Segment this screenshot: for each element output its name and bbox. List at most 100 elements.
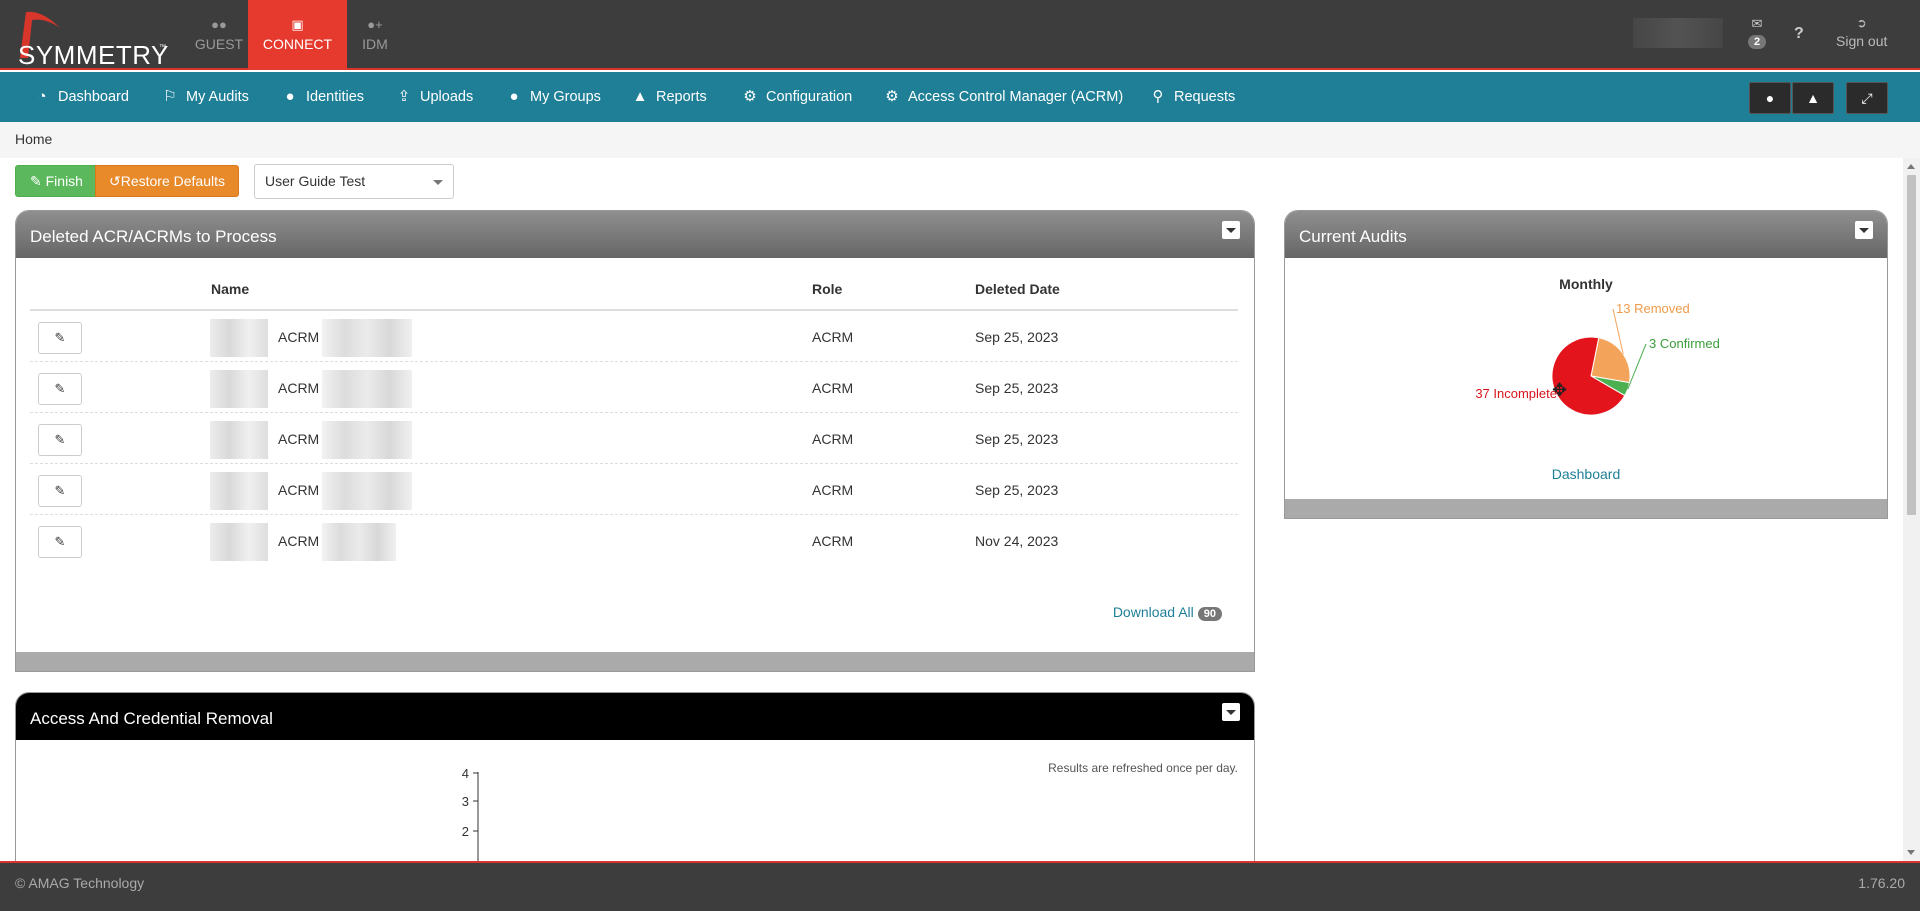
nav-acrm[interactable]: ⚙ Access Control Manager (ACRM) [882,72,1123,122]
cell-date: Sep 25, 2023 [975,329,1059,345]
breadcrumb-home[interactable]: Home [15,131,52,147]
nav-uploads-label: Uploads [420,89,474,105]
current-audits-header[interactable]: Current Audits [1285,211,1887,258]
scroll-down-icon[interactable] [1907,850,1915,855]
module-idm[interactable]: ●+ IDM [347,0,403,70]
globe-button[interactable]: ● [1749,82,1791,114]
panel-footer [1285,499,1887,518]
gear-icon: ⚙ [885,88,899,105]
cell-role: ACRM [812,380,854,396]
edit-button[interactable]: ✎ [38,475,82,507]
edit-icon: ✎ [54,432,66,447]
deleted-acrs-header: Deleted ACR/ACRMs to Process [16,211,1254,258]
lock-button[interactable]: ▲ [1792,82,1834,114]
col-role[interactable]: Role [812,281,842,297]
nav-my-groups[interactable]: ● My Groups [504,72,600,122]
cell-date: Sep 25, 2023 [975,380,1059,396]
area-chart-icon: ▲ [632,88,648,105]
cell-name: ACRM [278,431,320,447]
cell-name: ACRM [278,329,320,345]
version: 1.76.20 [1858,875,1905,891]
table-row: ✎ ACRM ACRM Sep 25, 2023 [30,362,1238,413]
download-all-link[interactable]: Download All 90 [1113,604,1222,621]
col-name[interactable]: Name [211,281,249,297]
nav-requests[interactable]: ⚲ Requests [1148,72,1236,122]
edit-icon: ✎ [54,381,66,396]
users-icon: ● [509,88,519,105]
redacted-name-part [322,370,412,408]
card-icon: ▣ [291,17,304,32]
edit-button[interactable]: ✎ [38,373,82,405]
key-icon: ⚲ [1152,88,1164,105]
table-row: ✎ ACRM ACRM Sep 25, 2023 [30,311,1238,362]
sign-out-icon: ➲ [1856,16,1867,30]
cell-role: ACRM [812,329,854,345]
page-footer: © AMAG Technology 1.76.20 [0,861,1920,911]
edit-button[interactable]: ✎ [38,526,82,558]
redacted-name-part [322,319,412,357]
module-idm-label: IDM [362,36,388,52]
pencil-icon: ✎ [30,173,46,189]
nav-my-audits[interactable]: ⚐ My Audits [160,72,249,122]
sign-out-button[interactable]: ➲ Sign out [1836,16,1887,49]
globe-icon: ● [1765,90,1775,106]
copyright: © AMAG Technology [15,875,145,891]
refresh-note: Results are refreshed once per day. [1048,761,1238,775]
vertical-scrollbar[interactable] [1903,158,1920,861]
current-audits-title: Current Audits [1299,227,1407,246]
dashboard-select[interactable]: User Guide Test [254,164,454,199]
cell-role: ACRM [812,482,854,498]
redacted-name-part [322,421,412,459]
undo-icon: ↺ [109,173,121,189]
dashboard-icon: ◔ [37,88,47,105]
cell-date: Sep 25, 2023 [975,482,1059,498]
restore-defaults-button[interactable]: ↺Restore Defaults [95,165,240,197]
finish-button[interactable]: ✎ Finish [15,165,98,197]
dashboard-link[interactable]: Dashboard [1285,466,1887,482]
pie-data-label: 37 Incomplete [1475,386,1557,401]
download-count-badge: 90 [1197,607,1222,621]
nav-dashboard-label: Dashboard [58,89,129,105]
col-deleted-date[interactable]: Deleted Date [975,281,1060,297]
table-row: ✎ ACRM ACRM Nov 24, 2023 [30,515,1238,566]
upload-icon: ⇪ [397,88,411,105]
chart-title: Monthly [1559,276,1613,292]
panel-menu-toggle[interactable] [1222,221,1240,239]
scrollbar-thumb[interactable] [1907,175,1916,515]
nav-dashboard[interactable]: ◔ Dashboard [32,72,129,122]
y-tick-label: 3 [462,794,469,809]
fullscreen-button[interactable]: ⤢ [1846,82,1888,114]
top-bar: SYMMETRY ™ ●● GUEST ▣ CONNECT ●+ IDM ✉ 2… [0,0,1920,70]
scroll-up-icon[interactable] [1907,164,1915,169]
access-credential-removal-title: Access And Credential Removal [30,709,273,728]
module-guest-label: GUEST [194,36,244,52]
nav-identities[interactable]: ● Identities [280,72,364,122]
lock-icon: ▲ [1806,90,1820,106]
messages-button[interactable]: ✉ 2 [1742,16,1772,49]
redacted-name-part [210,319,268,357]
finish-label: Finish [45,173,83,189]
redacted-name-part [210,472,268,510]
panel-menu-toggle[interactable] [1222,703,1240,721]
edit-button[interactable]: ✎ [38,322,82,354]
panel-menu-toggle[interactable] [1855,221,1873,239]
help-button[interactable]: ? [1794,25,1804,43]
messages-count-badge: 2 [1747,35,1767,49]
user-icon: ● [285,88,295,105]
move-cursor-icon: ✥ [1552,380,1568,400]
cell-name: ACRM [278,380,320,396]
edit-button[interactable]: ✎ [38,424,82,456]
cell-role: ACRM [812,533,854,549]
symmetry-logo[interactable]: SYMMETRY ™ [6,4,168,70]
deleted-acrs-title: Deleted ACR/ACRMs to Process [30,227,277,246]
nav-acrm-label: Access Control Manager (ACRM) [908,89,1124,105]
table-row: ✎ ACRM ACRM Sep 25, 2023 [30,413,1238,464]
module-connect[interactable]: ▣ CONNECT [248,0,347,70]
nav-reports[interactable]: ▲ Reports [630,72,707,122]
user-name-redacted[interactable] [1633,18,1723,48]
edit-icon: ✎ [54,330,66,345]
nav-configuration[interactable]: ⚙ Configuration [740,72,852,122]
nav-uploads[interactable]: ⇪ Uploads [394,72,474,122]
edit-icon: ✎ [54,483,66,498]
pie-data-label: 3 Confirmed [1649,336,1720,351]
